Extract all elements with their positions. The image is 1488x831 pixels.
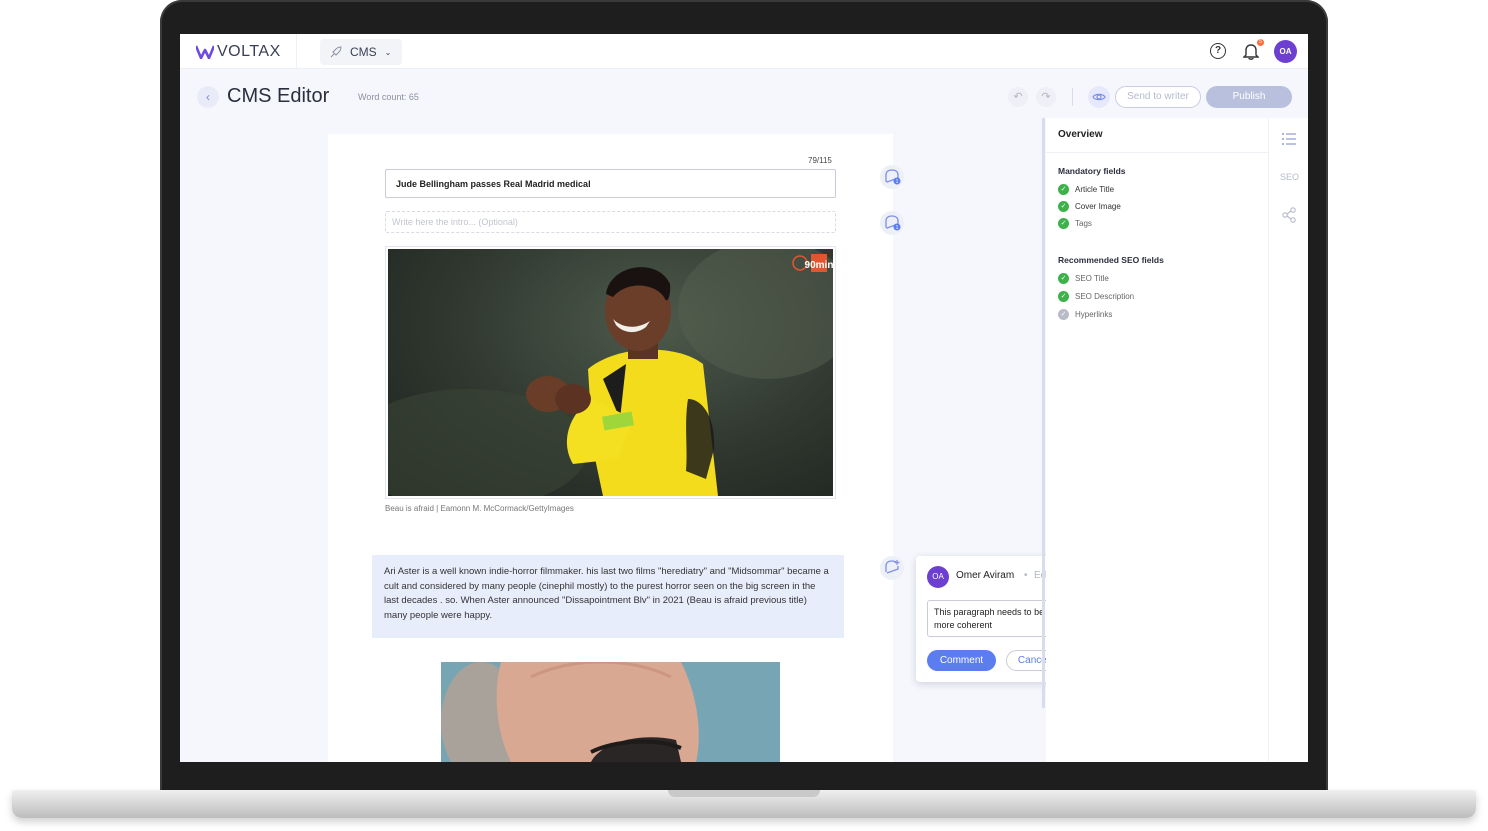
logo-text: VOLTAX: [217, 43, 281, 60]
commenter-name: Omer Aviram: [956, 570, 1015, 581]
product-selector-label: CMS: [350, 45, 377, 59]
send-to-writer-button[interactable]: Send to writer: [1115, 86, 1201, 108]
article-title-input[interactable]: Jude Bellingham passes Real Madrid medic…: [385, 169, 836, 198]
intro-comment-button[interactable]: 1: [880, 211, 904, 235]
topbar-divider: [296, 34, 297, 69]
laptop-notch: [668, 790, 820, 797]
mandatory-item-label: Cover Image: [1075, 202, 1121, 211]
title-char-count: 79/115: [808, 156, 832, 165]
side-tab-bar: SEO: [1268, 118, 1308, 762]
title-comment-count: 1: [896, 179, 899, 185]
comment-icon: 1: [885, 169, 901, 185]
seo-tab[interactable]: SEO: [1280, 168, 1299, 186]
mandatory-item-label: Article Title: [1075, 185, 1115, 194]
mandatory-item[interactable]: ✓ Article Title: [1058, 184, 1114, 195]
check-icon: ✓: [1058, 273, 1069, 284]
seo-fields-title: Recommended SEO fields: [1058, 255, 1164, 265]
help-icon[interactable]: ?: [1210, 43, 1226, 59]
player-photo: 90min: [388, 249, 833, 496]
portrait-photo: [441, 662, 780, 762]
seo-item[interactable]: ✓ SEO Title: [1058, 273, 1109, 284]
user-avatar[interactable]: OA: [1274, 40, 1297, 63]
add-comment-icon: [885, 560, 900, 574]
publish-button[interactable]: Publish: [1206, 86, 1292, 108]
top-bar: VOLTAX CMS ⌄ ? 5 OA: [180, 34, 1308, 69]
header-divider: [1072, 88, 1073, 106]
overview-separator: [1046, 152, 1268, 153]
check-icon: ✓: [1058, 218, 1069, 229]
undo-button[interactable]: ↶: [1008, 87, 1028, 107]
check-icon: ✓: [1058, 309, 1069, 320]
chevron-down-icon: ⌄: [384, 47, 392, 57]
check-icon: ✓: [1058, 291, 1069, 302]
redo-button[interactable]: ↷: [1036, 87, 1056, 107]
list-icon: [1282, 133, 1296, 145]
seo-item[interactable]: ✓ SEO Description: [1058, 291, 1134, 302]
bell-icon[interactable]: [1243, 42, 1259, 60]
title-comment-button[interactable]: 1: [880, 165, 904, 189]
notification-badge: 5: [1257, 39, 1264, 46]
eye-icon: [1092, 93, 1106, 101]
chevron-left-icon: ‹: [206, 90, 210, 104]
rocket-icon: [330, 45, 342, 57]
page-title: CMS Editor: [227, 85, 330, 107]
panel-divider: [1042, 118, 1045, 708]
overview-tab[interactable]: [1280, 130, 1298, 148]
undo-icon: ↶: [1013, 91, 1023, 103]
preview-button[interactable]: [1088, 86, 1110, 108]
check-icon: ✓: [1058, 201, 1069, 212]
back-button[interactable]: ‹: [197, 86, 219, 108]
mandatory-fields-title: Mandatory fields: [1058, 166, 1126, 176]
separator-dot: •: [1024, 570, 1028, 581]
seo-item-label: Hyperlinks: [1075, 310, 1113, 319]
mandatory-item[interactable]: ✓ Tags: [1058, 218, 1092, 229]
intro-comment-count: 1: [896, 225, 899, 231]
mandatory-item-label: Tags: [1075, 219, 1092, 228]
voltax-logo[interactable]: VOLTAX: [196, 43, 281, 61]
voltax-logo-icon: [196, 45, 214, 59]
redo-icon: ↷: [1041, 91, 1051, 103]
seo-item-label: SEO Description: [1075, 292, 1135, 301]
cover-image[interactable]: 90min: [388, 249, 833, 496]
share-icon: [1282, 207, 1296, 223]
image-caption[interactable]: Beau is afraid | Eamonn M. McCormack/Get…: [385, 504, 574, 513]
overview-panel: [1046, 118, 1268, 762]
image-watermark: 90min: [805, 260, 833, 271]
app-screen: VOLTAX CMS ⌄ ? 5 OA ‹ CMS Editor Word co…: [180, 34, 1308, 762]
comment-icon: 1: [885, 215, 901, 231]
commenter-avatar: OA: [927, 566, 949, 588]
highlighted-paragraph[interactable]: Ari Aster is a well known indie-horror f…: [372, 555, 844, 638]
inline-image[interactable]: [441, 662, 780, 762]
mandatory-item[interactable]: ✓ Cover Image: [1058, 201, 1121, 212]
word-count: Word count: 65: [358, 92, 419, 102]
product-selector[interactable]: CMS ⌄: [320, 39, 402, 65]
intro-input[interactable]: Write here the intro... (Optional): [385, 211, 836, 233]
seo-item[interactable]: ✓ Hyperlinks: [1058, 309, 1112, 320]
comment-submit-button[interactable]: Comment: [927, 650, 996, 671]
paragraph-comment-button[interactable]: [880, 556, 904, 580]
share-tab[interactable]: [1280, 206, 1298, 224]
check-icon: ✓: [1058, 184, 1069, 195]
seo-item-label: SEO Title: [1075, 274, 1109, 283]
overview-title: Overview: [1058, 129, 1103, 140]
